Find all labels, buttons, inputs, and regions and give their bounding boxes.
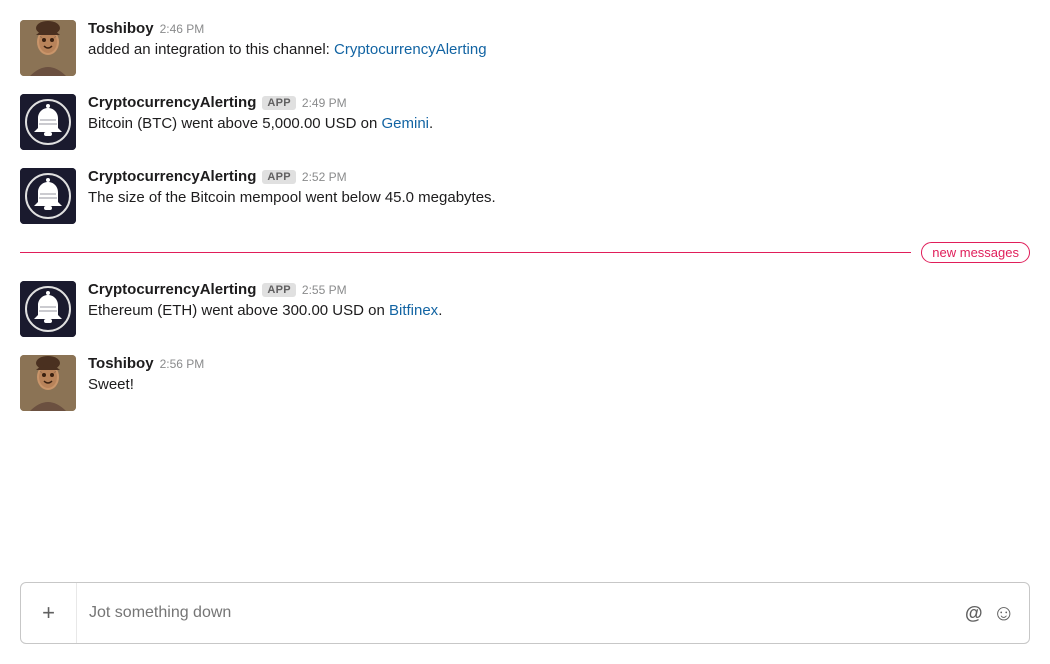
message-row: CryptocurrencyAlerting APP 2:52 PM The s… bbox=[20, 168, 1030, 224]
emoji-icon[interactable]: ☺ bbox=[993, 600, 1015, 626]
input-icons: @ ☺ bbox=[965, 600, 1029, 626]
username: CryptocurrencyAlerting bbox=[88, 281, 256, 298]
app-badge: APP bbox=[262, 170, 296, 184]
message-content: CryptocurrencyAlerting APP 2:55 PM Ether… bbox=[88, 281, 1030, 323]
message-row: Toshiboy 2:46 PM added an integration to… bbox=[20, 20, 1030, 76]
username: CryptocurrencyAlerting bbox=[88, 168, 256, 185]
timestamp: 2:49 PM bbox=[302, 96, 347, 110]
message-header: Toshiboy 2:56 PM bbox=[88, 355, 1030, 372]
mention-icon[interactable]: @ bbox=[965, 603, 983, 624]
message-row: CryptocurrencyAlerting APP 2:55 PM Ether… bbox=[20, 281, 1030, 337]
username: CryptocurrencyAlerting bbox=[88, 94, 256, 111]
message-content: CryptocurrencyAlerting APP 2:52 PM The s… bbox=[88, 168, 1030, 210]
message-text: Ethereum (ETH) went above 300.00 USD on … bbox=[88, 300, 1030, 323]
message-row: Toshiboy 2:56 PM Sweet! bbox=[20, 355, 1030, 411]
bot-avatar bbox=[20, 281, 76, 337]
username: Toshiboy bbox=[88, 355, 154, 372]
app-badge: APP bbox=[262, 283, 296, 297]
app-badge: APP bbox=[262, 96, 296, 110]
timestamp: 2:46 PM bbox=[160, 22, 205, 36]
message-content: CryptocurrencyAlerting APP 2:49 PM Bitco… bbox=[88, 94, 1030, 136]
plus-icon: + bbox=[42, 600, 55, 626]
message-text: Sweet! bbox=[88, 374, 1030, 397]
message-text-before: Ethereum (ETH) went above 300.00 USD on bbox=[88, 302, 389, 319]
message-text-before: Bitcoin (BTC) went above 5,000.00 USD on bbox=[88, 115, 381, 132]
input-area: + @ ☺ bbox=[0, 572, 1050, 664]
username: Toshiboy bbox=[88, 20, 154, 37]
message-text: The size of the Bitcoin mempool went bel… bbox=[88, 187, 1030, 210]
bot-avatar bbox=[20, 94, 76, 150]
divider-line bbox=[20, 252, 911, 253]
avatar bbox=[20, 20, 76, 76]
bot-avatar bbox=[20, 168, 76, 224]
message-text: Bitcoin (BTC) went above 5,000.00 USD on… bbox=[88, 113, 1030, 136]
message-header: CryptocurrencyAlerting APP 2:49 PM bbox=[88, 94, 1030, 111]
new-messages-divider: new messages bbox=[20, 242, 1030, 263]
timestamp: 2:56 PM bbox=[160, 357, 205, 371]
message-header: CryptocurrencyAlerting APP 2:55 PM bbox=[88, 281, 1030, 298]
message-link[interactable]: CryptocurrencyAlerting bbox=[334, 41, 487, 58]
timestamp: 2:55 PM bbox=[302, 283, 347, 297]
message-link[interactable]: Gemini bbox=[381, 115, 429, 132]
message-input[interactable] bbox=[77, 583, 965, 643]
new-messages-badge: new messages bbox=[921, 242, 1030, 263]
message-text-after: . bbox=[429, 115, 433, 132]
input-box: + @ ☺ bbox=[20, 582, 1030, 644]
message-content: Toshiboy 2:46 PM added an integration to… bbox=[88, 20, 1030, 62]
timestamp: 2:52 PM bbox=[302, 170, 347, 184]
message-text-before: added an integration to this channel: bbox=[88, 41, 334, 58]
message-header: Toshiboy 2:46 PM bbox=[88, 20, 1030, 37]
messages-container: Toshiboy 2:46 PM added an integration to… bbox=[0, 0, 1050, 572]
message-header: CryptocurrencyAlerting APP 2:52 PM bbox=[88, 168, 1030, 185]
add-button[interactable]: + bbox=[21, 583, 77, 643]
message-link[interactable]: Bitfinex bbox=[389, 302, 438, 319]
message-text-after: . bbox=[438, 302, 442, 319]
message-text: added an integration to this channel: Cr… bbox=[88, 39, 1030, 62]
avatar bbox=[20, 355, 76, 411]
message-row: CryptocurrencyAlerting APP 2:49 PM Bitco… bbox=[20, 94, 1030, 150]
message-content: Toshiboy 2:56 PM Sweet! bbox=[88, 355, 1030, 397]
